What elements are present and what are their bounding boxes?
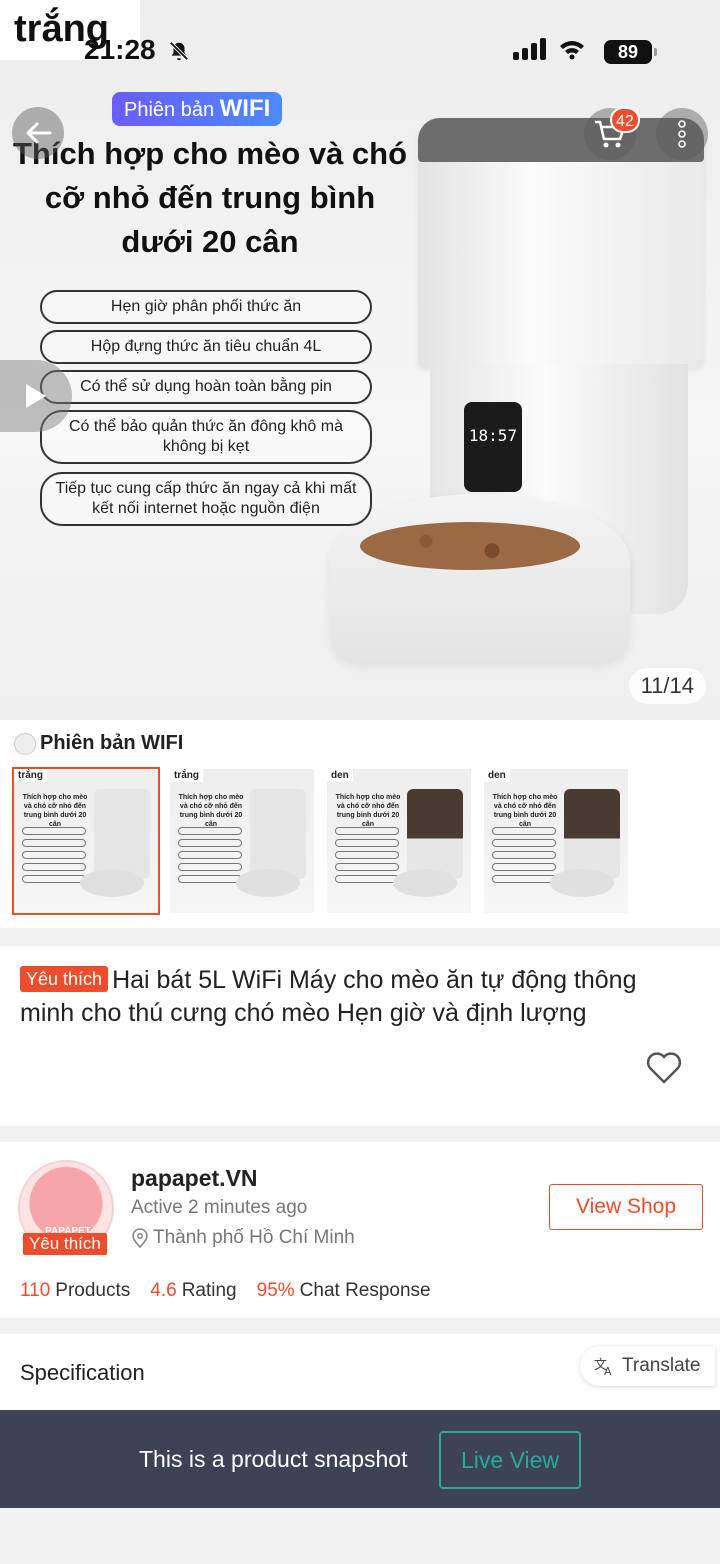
thumb-tag: den — [484, 769, 510, 782]
status-time: 21:28 — [84, 34, 156, 65]
product-title-text: Hai bát 5L WiFi Máy cho mèo ăn tự động t… — [20, 966, 637, 1027]
shop-stat-chat: 95% Chat Response — [257, 1280, 431, 1302]
svg-text:A: A — [604, 1365, 612, 1376]
thumb-feature-lines — [178, 827, 242, 887]
shop-favorite-badge: Yêu thích — [23, 1233, 107, 1255]
wifi-badge-emph: WIFI — [219, 95, 271, 122]
thumb-feeder — [250, 789, 306, 879]
back-button[interactable] — [12, 107, 64, 159]
stat-value: 95% — [256, 1280, 295, 1301]
shop-card: PAPAPET Yêu thích papapet.VN Active 2 mi… — [0, 1142, 720, 1318]
thumb-feeder — [407, 789, 463, 879]
arrow-left-icon — [26, 122, 52, 144]
heart-icon[interactable] — [644, 1048, 684, 1088]
shop-stat-products: 110 Products — [20, 1280, 130, 1302]
thumb-tag: trắng — [14, 769, 47, 782]
feature-pill: Hộp đựng thức ăn tiêu chuẩn 4L — [40, 330, 372, 364]
food-kibble — [360, 522, 580, 570]
thumb-tag: den — [327, 769, 353, 782]
stat-value: 110 — [20, 1280, 51, 1301]
location-pin-icon — [132, 1228, 148, 1248]
hero-headline: Thích hợp cho mèo và chó cỡ nhỏ đến trun… — [12, 136, 408, 259]
battery-indicator: 89 — [604, 40, 657, 64]
favorite-badge: Yêu thích — [20, 966, 109, 992]
product-page: 18:57 Phiên bản WIFI Thích hợp cho mèo v… — [0, 0, 720, 1564]
thumb-feature-lines — [335, 827, 399, 887]
thumb-bowl — [80, 869, 144, 897]
live-view-button[interactable]: Live View — [439, 1431, 581, 1489]
variation-thumb[interactable]: Thích hợp cho mèo và chó cỡ nhỏ đến trun… — [484, 769, 628, 913]
cart-count-badge: 42 — [610, 107, 640, 133]
product-image-carousel[interactable]: 18:57 Phiên bản WIFI Thích hợp cho mèo v… — [0, 0, 720, 720]
thumb-feeder — [94, 789, 150, 879]
stat-label: Rating — [181, 1280, 237, 1301]
feeder-bowl — [330, 494, 630, 662]
variation-title: Phiên bản WIFI — [14, 732, 183, 755]
variation-section: Phiên bản WIFI Thích hợp cho mèo và chó … — [0, 720, 720, 928]
feature-pill: Có thể bảo quản thức ăn đông khô mà khôn… — [40, 410, 372, 464]
stat-label: Products — [55, 1280, 131, 1301]
feature-pill: Hẹn giờ phân phối thức ăn — [40, 290, 372, 324]
image-counter: 11/14 — [628, 668, 706, 704]
shop-location-text: Thành phố Hồ Chí Minh — [153, 1227, 355, 1248]
product-title-card: Yêu thích Hai bát 5L WiFi Máy cho mèo ăn … — [0, 946, 720, 1126]
thumb-caption: Thích hợp cho mèo và chó cỡ nhỏ đến trun… — [22, 794, 88, 828]
product-title: Yêu thích Hai bát 5L WiFi Máy cho mèo ăn … — [20, 964, 690, 1030]
bottom-safe-area — [0, 1508, 720, 1564]
stat-label: Chat Response — [299, 1280, 431, 1301]
thumb-bowl — [393, 869, 457, 897]
variation-title-label: Phiên bản WIFI — [40, 732, 184, 754]
thumb-caption: Thích hợp cho mèo và chó cỡ nhỏ đến trun… — [335, 794, 401, 828]
shop-name[interactable]: papapet.VN — [131, 1165, 258, 1192]
more-vertical-icon — [678, 120, 686, 148]
thumb-feature-lines — [492, 827, 556, 887]
shop-stat-rating: 4.6 Rating — [150, 1280, 236, 1302]
thumb-tag: trắng — [170, 769, 203, 782]
wifi-badge-prefix: Phiên bản — [124, 99, 215, 121]
bell-off-icon — [169, 41, 189, 61]
thumb-caption: Thích hợp cho mèo và chó cỡ nhỏ đến trun… — [178, 794, 244, 828]
snapshot-message: This is a product snapshot — [139, 1446, 408, 1472]
feature-pill: Tiếp tục cung cấp thức ăn ngay cả khi mấ… — [40, 472, 372, 526]
wifi-version-badge: Phiên bản WIFI — [112, 92, 283, 126]
translate-button[interactable]: 文A Translate — [580, 1346, 715, 1386]
signal-icon — [513, 38, 546, 60]
variation-thumb[interactable]: Thích hợp cho mèo và chó cỡ nhỏ đến trun… — [327, 769, 471, 913]
wifi-icon — [560, 41, 584, 60]
view-shop-button[interactable]: View Shop — [549, 1184, 703, 1230]
variation-thumb[interactable]: Thích hợp cho mèo và chó cỡ nhỏ đến trun… — [170, 769, 314, 913]
shop-active-status: Active 2 minutes ago — [131, 1197, 308, 1218]
more-options-button[interactable] — [656, 108, 708, 160]
feeder-display: 18:57 — [464, 402, 522, 492]
thumb-caption: Thích hợp cho mèo và chó cỡ nhỏ đến trun… — [492, 794, 558, 828]
shop-location: Thành phố Hồ Chí Minh — [131, 1227, 355, 1249]
feature-pill: Có thể sử dụng hoàn toàn bằng pin — [40, 370, 372, 404]
thumb-feature-lines — [22, 827, 86, 887]
stat-value: 4.6 — [150, 1280, 177, 1301]
translate-label: Translate — [622, 1355, 701, 1376]
thumb-feeder — [564, 789, 620, 879]
shop-stats: 110 Products 4.6 Rating 95% Chat Response — [20, 1280, 431, 1302]
specification-title: Specification — [20, 1360, 145, 1385]
variation-thumb[interactable]: Thích hợp cho mèo và chó cỡ nhỏ đến trun… — [12, 767, 160, 915]
play-video-button[interactable] — [0, 360, 72, 432]
snapshot-bar: This is a product snapshot Live View — [0, 1410, 720, 1508]
thumb-bowl — [236, 869, 300, 897]
translate-icon: 文A — [594, 1358, 612, 1376]
thumb-bowl — [550, 869, 614, 897]
variation-dot-icon — [14, 732, 36, 755]
